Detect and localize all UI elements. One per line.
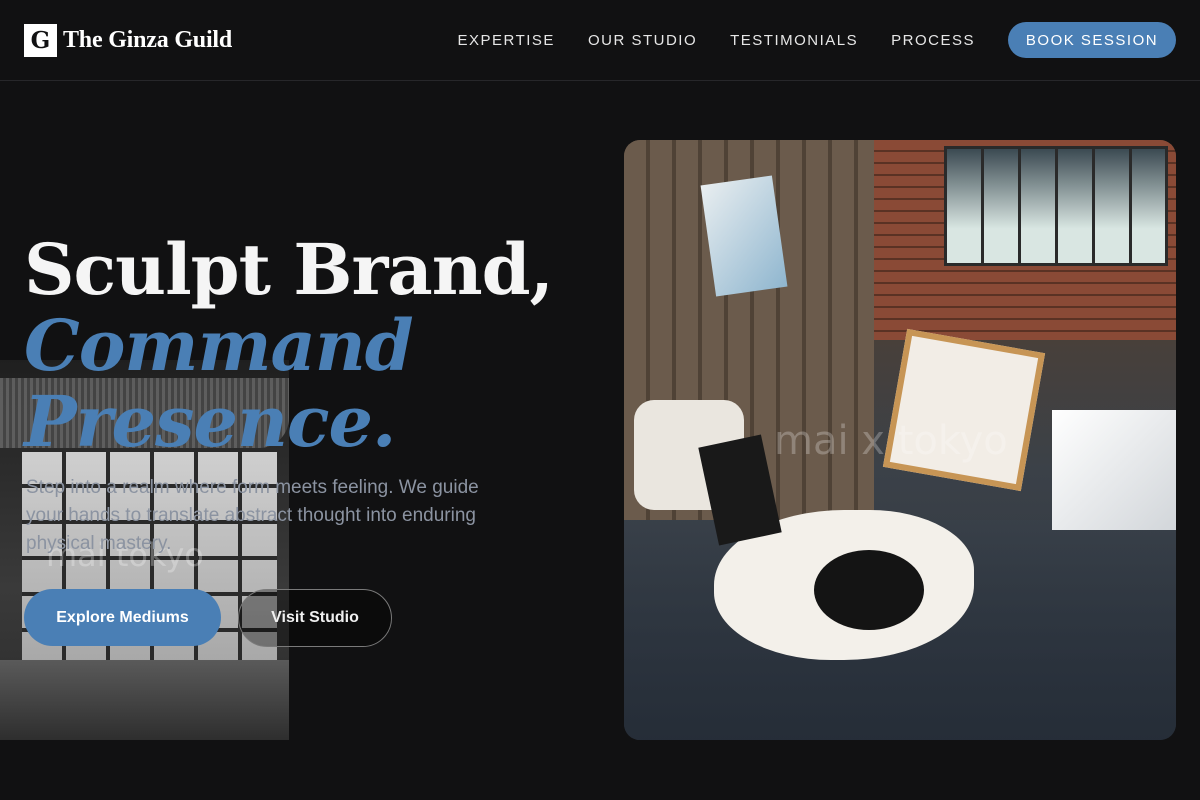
rug-spot (814, 550, 924, 630)
warehouse-floor (0, 660, 289, 740)
hero-title-accent-line-1: Command (24, 304, 414, 387)
hanging-canvas (700, 175, 788, 297)
nav-link-our-studio[interactable]: OUR STUDIO (588, 32, 697, 49)
image-watermark: mai x tokyo (774, 418, 1008, 464)
nav-link-expertise[interactable]: EXPERTISE (458, 32, 555, 49)
logo-mark-icon: G (24, 23, 57, 57)
visit-studio-button[interactable]: Visit Studio (238, 589, 392, 647)
art-studio-image: mai x tokyo (624, 140, 1176, 740)
hero-title-line: Sculpt Brand, (24, 228, 554, 311)
hero-description: Step into a realm where form meets feeli… (26, 477, 479, 554)
stacked-canvas (1052, 410, 1176, 530)
studio-window (944, 146, 1168, 266)
hero-title-accent-line-2: Presence. (24, 380, 396, 463)
nav-menu: EXPERTISE OUR STUDIO TESTIMONIALS PROCES… (458, 22, 1176, 58)
nav-link-process[interactable]: PROCESS (891, 32, 975, 49)
framed-canvas (882, 328, 1046, 492)
explore-mediums-button[interactable]: Explore Mediums (24, 589, 221, 646)
brand-logo[interactable]: G The Ginza Guild (24, 23, 233, 57)
brand-name: The Ginza Guild (63, 26, 233, 53)
nav-link-testimonials[interactable]: TESTIMONIALS (730, 32, 858, 49)
top-navigation: G The Ginza Guild EXPERTISE OUR STUDIO T… (0, 0, 1200, 81)
book-session-button[interactable]: BOOK SESSION (1008, 22, 1176, 58)
hero-title: Sculpt Brand, Command Presence. (24, 232, 584, 460)
